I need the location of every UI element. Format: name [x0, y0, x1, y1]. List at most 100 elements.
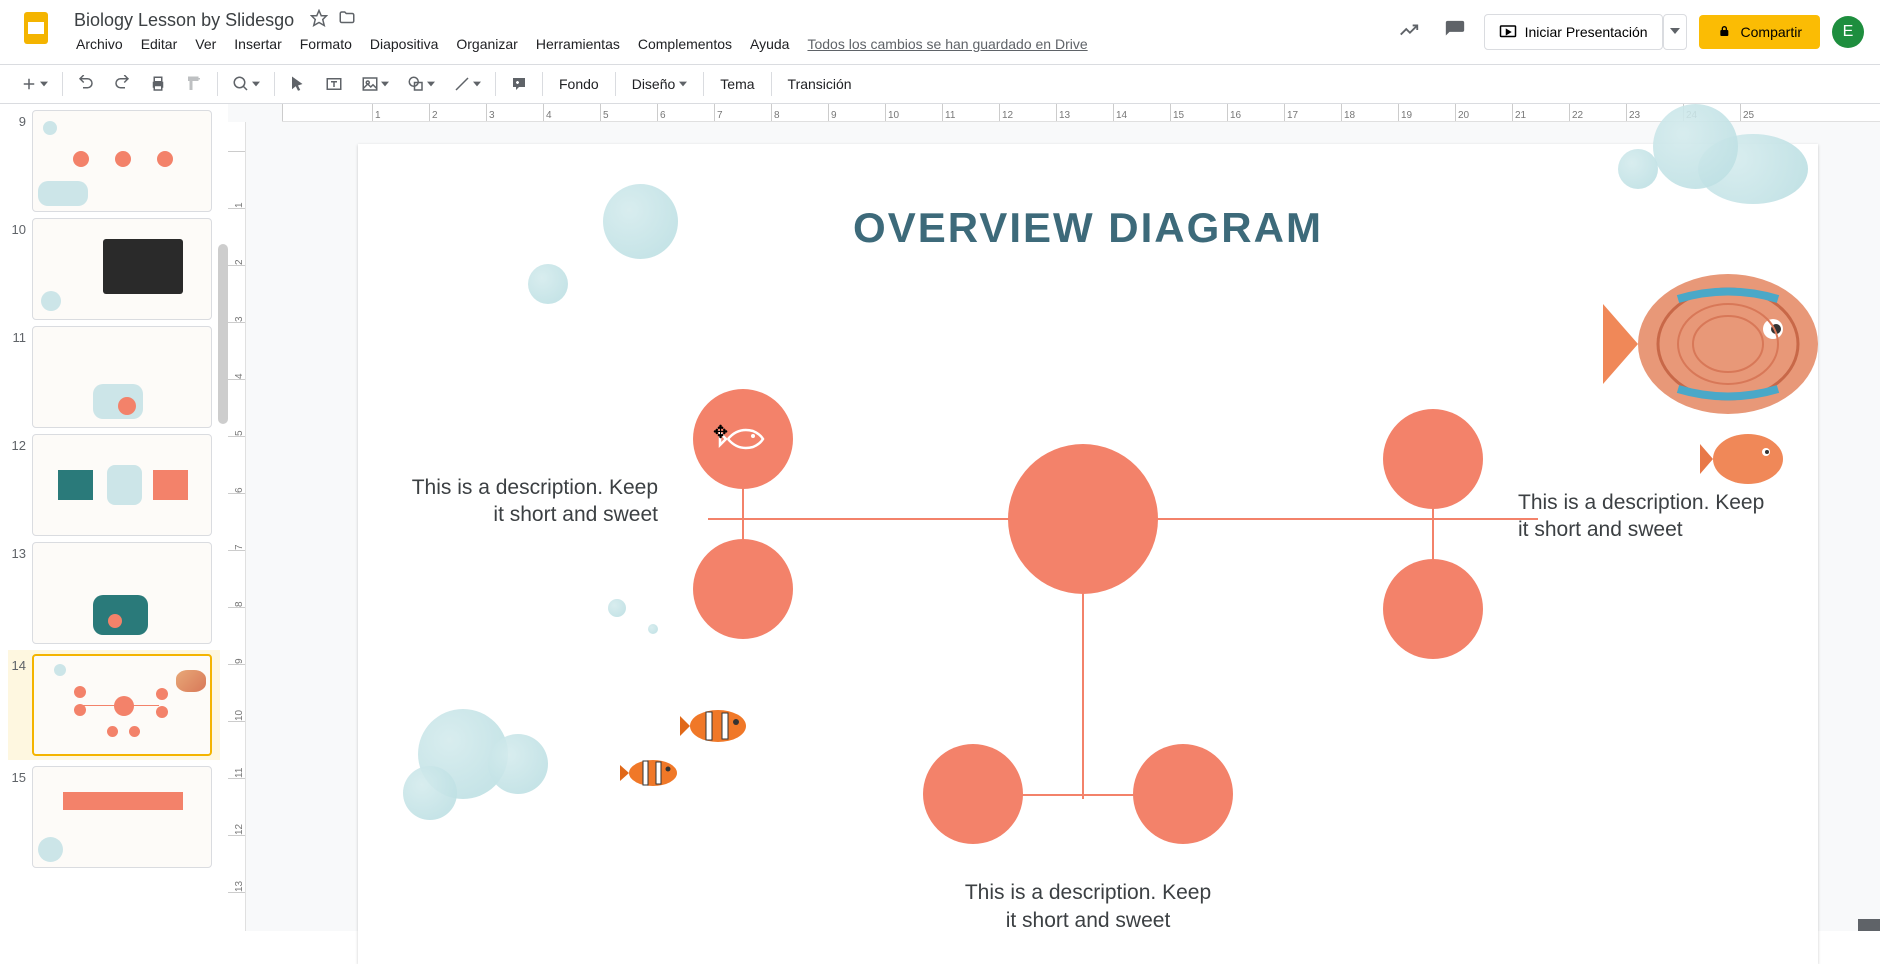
transition-button[interactable]: Transición	[778, 70, 862, 98]
comments-icon[interactable]	[1438, 13, 1472, 52]
diagram-node[interactable]	[693, 539, 793, 639]
thumb-number: 12	[8, 434, 26, 453]
description-right[interactable]: This is a description. Keep it short and…	[1518, 489, 1768, 544]
clownfish-image[interactable]	[618, 754, 683, 792]
activity-icon[interactable]	[1392, 13, 1426, 52]
thumb-row: 12	[8, 434, 220, 536]
slide-thumbnail-10[interactable]	[32, 218, 212, 320]
star-icon[interactable]	[310, 9, 328, 32]
bubble-decoration[interactable]	[1653, 104, 1738, 189]
shape-tool[interactable]	[399, 69, 443, 99]
move-folder-icon[interactable]	[338, 9, 356, 32]
bubble-decoration[interactable]	[403, 766, 457, 820]
slide-thumbnail-15[interactable]	[32, 766, 212, 868]
textbox-tool[interactable]	[317, 69, 351, 99]
bubble-decoration[interactable]	[1618, 149, 1658, 189]
fish-image-small[interactable]	[1698, 424, 1798, 494]
title-area: Biology Lesson by Slidesgo Archivo Edita…	[68, 8, 1096, 56]
logo-area: Biology Lesson by Slidesgo Archivo Edita…	[16, 8, 1096, 56]
ruler-horizontal: 1234567891011121314151617181920212223242…	[282, 104, 1880, 122]
print-button[interactable]	[141, 69, 175, 99]
fish-image-large[interactable]	[1598, 244, 1848, 444]
share-label: Compartir	[1741, 24, 1802, 40]
menu-editar[interactable]: Editar	[133, 32, 186, 56]
separator	[703, 72, 704, 96]
clownfish-image[interactable]	[678, 704, 753, 749]
thumb-row: 13	[8, 542, 220, 644]
thumb-row: 11	[8, 326, 220, 428]
separator	[771, 72, 772, 96]
thumb-number: 10	[8, 218, 26, 237]
thumb-number: 14	[8, 654, 26, 673]
slide-canvas[interactable]: OVERVIEW DIAGRAM ✥ This is a description…	[358, 144, 1818, 964]
canvas-area: 1234567891011121314151617181920212223242…	[228, 104, 1880, 931]
bubble-decoration[interactable]	[528, 264, 568, 304]
comment-tool[interactable]	[502, 69, 536, 99]
slide-thumbnail-13[interactable]	[32, 542, 212, 644]
paint-format-button[interactable]	[177, 69, 211, 99]
slide-title[interactable]: OVERVIEW DIAGRAM	[853, 204, 1323, 252]
menu-complementos[interactable]: Complementos	[630, 32, 740, 56]
connector-line[interactable]	[1082, 589, 1084, 799]
zoom-button[interactable]	[224, 69, 268, 99]
menu-ayuda[interactable]: Ayuda	[742, 32, 797, 56]
bottom-tab[interactable]	[1858, 919, 1880, 931]
separator	[495, 72, 496, 96]
save-status[interactable]: Todos los cambios se han guardado en Dri…	[799, 32, 1095, 56]
description-left[interactable]: This is a description. Keep it short and…	[408, 474, 658, 529]
toolbar: Fondo Diseño Tema Transición	[0, 64, 1880, 104]
menu-archivo[interactable]: Archivo	[68, 32, 131, 56]
diagram-node[interactable]	[1383, 409, 1483, 509]
slide-thumbnail-12[interactable]	[32, 434, 212, 536]
document-title[interactable]: Biology Lesson by Slidesgo	[68, 8, 300, 33]
thumb-row: 9	[8, 110, 220, 212]
menu-formato[interactable]: Formato	[292, 32, 360, 56]
user-avatar[interactable]: E	[1832, 16, 1864, 48]
menu-insertar[interactable]: Insertar	[226, 32, 289, 56]
background-button[interactable]: Fondo	[549, 70, 609, 98]
thumb-number: 11	[8, 326, 26, 345]
thumbnails-panel[interactable]: 9 10 11 12	[0, 104, 228, 931]
bubble-decoration[interactable]	[603, 184, 678, 259]
description-bottom[interactable]: This is a description. Keep it short and…	[963, 879, 1213, 934]
separator	[274, 72, 275, 96]
diagram-node[interactable]	[1133, 744, 1233, 844]
menu-ver[interactable]: Ver	[187, 32, 224, 56]
diagram-node[interactable]	[1383, 559, 1483, 659]
share-button[interactable]: Compartir	[1699, 15, 1820, 49]
slide-thumbnail-9[interactable]	[32, 110, 212, 212]
menu-organizar[interactable]: Organizar	[448, 32, 525, 56]
diagram-node-center[interactable]	[1008, 444, 1158, 594]
redo-button[interactable]	[105, 69, 139, 99]
thumb-row: 15	[8, 766, 220, 868]
present-label: Iniciar Presentación	[1525, 24, 1648, 40]
scrollbar-thumb[interactable]	[218, 244, 228, 424]
menu-bar: Archivo Editar Ver Insertar Formato Diap…	[68, 32, 1096, 56]
thumb-number: 9	[8, 110, 26, 129]
diagram-node[interactable]	[923, 744, 1023, 844]
new-slide-button[interactable]	[12, 69, 56, 99]
layout-button[interactable]: Diseño	[622, 70, 698, 98]
separator	[217, 72, 218, 96]
present-dropdown[interactable]	[1663, 14, 1687, 50]
theme-button[interactable]: Tema	[710, 70, 764, 98]
image-tool[interactable]	[353, 69, 397, 99]
bubble-decoration[interactable]	[648, 624, 658, 634]
present-button[interactable]: Iniciar Presentación	[1484, 14, 1663, 50]
menu-herramientas[interactable]: Herramientas	[528, 32, 628, 56]
bubble-decoration[interactable]	[608, 599, 626, 617]
menu-diapositiva[interactable]: Diapositiva	[362, 32, 446, 56]
thumb-number: 13	[8, 542, 26, 561]
slides-logo-icon[interactable]	[16, 8, 56, 48]
diagram-node[interactable]	[693, 389, 793, 489]
undo-button[interactable]	[69, 69, 103, 99]
workspace: 9 10 11 12	[0, 104, 1880, 931]
select-tool[interactable]	[281, 69, 315, 99]
ruler-vertical: 12345678910111213	[228, 122, 246, 931]
slide-thumbnail-11[interactable]	[32, 326, 212, 428]
line-tool[interactable]	[445, 69, 489, 99]
separator	[615, 72, 616, 96]
slide-thumbnail-14[interactable]	[32, 654, 212, 756]
bubble-decoration[interactable]	[488, 734, 548, 794]
thumb-row: 10	[8, 218, 220, 320]
